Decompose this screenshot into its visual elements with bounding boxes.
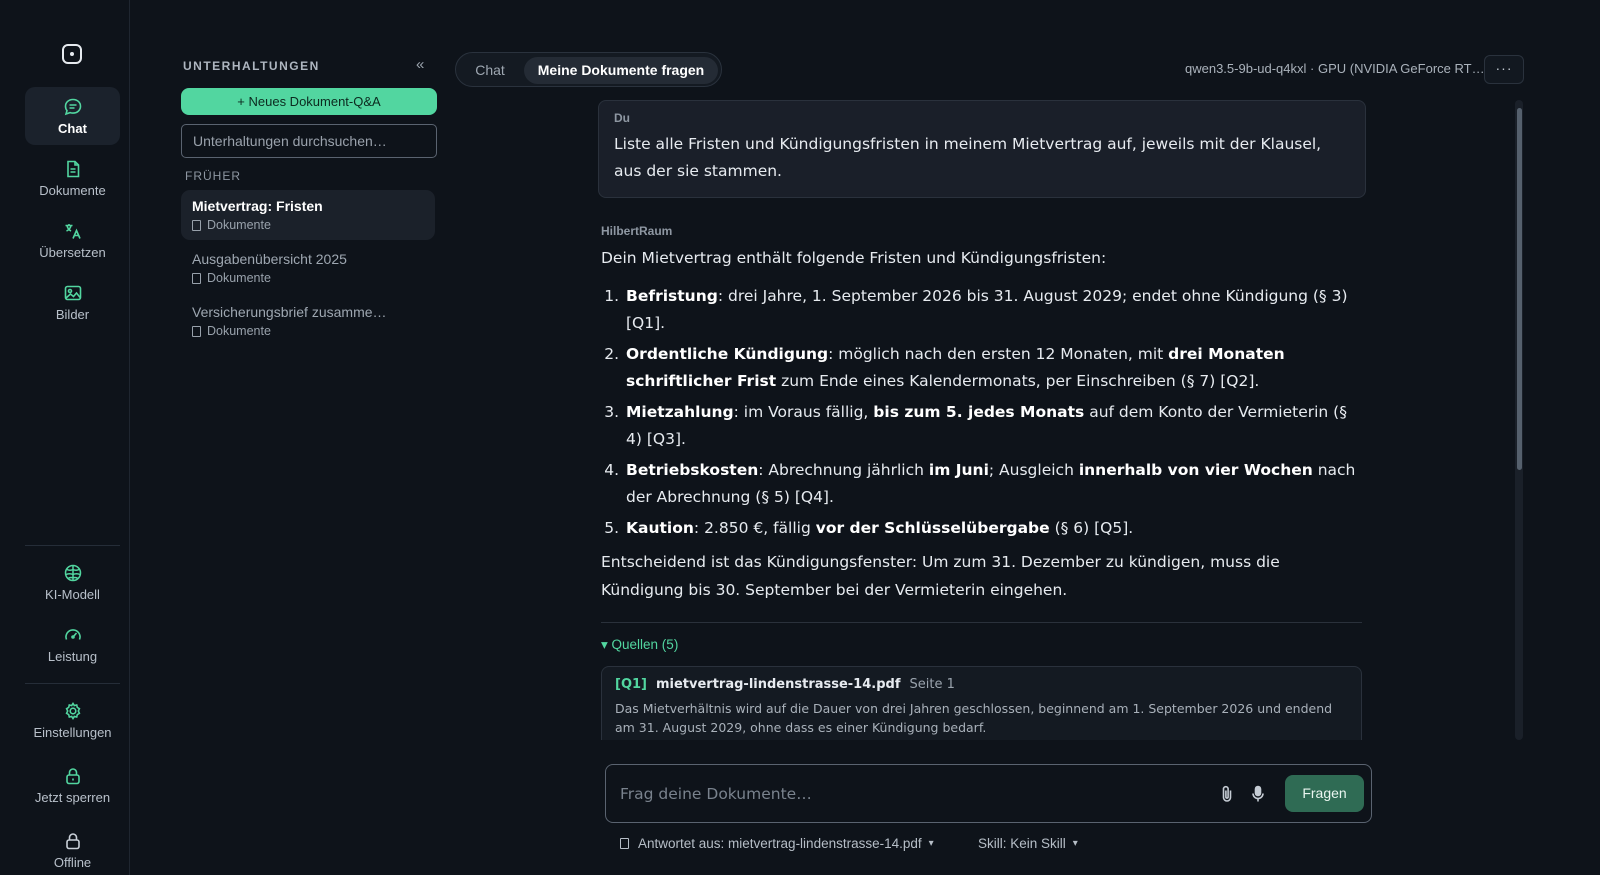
- list-item: Befristung: drei Jahre, 1. September 202…: [624, 283, 1363, 338]
- list-item: Ordentliche Kündigung: möglich nach den …: [624, 341, 1363, 396]
- ask-button[interactable]: Fragen: [1285, 775, 1364, 812]
- translate-icon: [65, 224, 81, 239]
- composer: Fragen: [605, 764, 1372, 823]
- rail-item-dokumente[interactable]: Dokumente: [25, 149, 120, 207]
- app-rail: Chat Dokumente Übersetzen Bilder KI-Mode…: [0, 0, 130, 875]
- sources-divider: [601, 622, 1362, 623]
- conversation-source: Dokumente: [207, 271, 271, 285]
- deadline-list: Befristung: drei Jahre, 1. September 202…: [624, 283, 1363, 543]
- document-icon: [192, 325, 201, 337]
- skill-label: Skill: Kein Skill: [978, 836, 1066, 851]
- answer-intro: Dein Mietvertrag enthält folgende Friste…: [601, 249, 1107, 267]
- conversation-name: Versicherungsbrief zusamme…: [192, 304, 387, 320]
- collapse-panel-button[interactable]: «: [416, 56, 424, 73]
- new-document-qa-button[interactable]: + Neues Dokument-Q&A: [181, 88, 437, 115]
- message-author: Du: [614, 111, 630, 125]
- conversation-name: Ausgabenübersicht 2025: [192, 251, 347, 267]
- source-id: [Q1]: [615, 677, 647, 692]
- source-file: mietvertrag-lindenstrasse-14.pdf: [655, 677, 901, 692]
- rail-item-chat[interactable]: Chat: [25, 87, 120, 145]
- rail-item-uebersetzen[interactable]: Übersetzen: [25, 211, 120, 269]
- conversation-search-input[interactable]: [181, 124, 437, 158]
- document-icon: [66, 160, 79, 178]
- list-item: Kaution: 2.850 €, fällig vor der Schlüss…: [624, 515, 1363, 543]
- rail-item-label: Offline: [53, 855, 92, 870]
- app-logo-icon: [62, 44, 82, 64]
- rail-item-label: Übersetzen: [39, 245, 106, 260]
- rail-item-label: KI-Modell: [45, 587, 100, 602]
- sources-toggle[interactable]: ▾ Quellen (5): [601, 637, 678, 653]
- document-icon: [620, 838, 629, 849]
- conversation-item[interactable]: Versicherungsbrief zusamme… Dokumente: [181, 296, 435, 346]
- mode-switch: Chat Meine Dokumente fragen: [455, 52, 722, 87]
- rail-item-ki-modell[interactable]: KI-Modell: [25, 553, 120, 611]
- lock-icon: [65, 833, 80, 850]
- microphone-icon[interactable]: [1248, 784, 1268, 804]
- gauge-icon: [64, 629, 81, 640]
- rail-item-label: Chat: [58, 121, 87, 136]
- rail-item-offline[interactable]: Offline: [25, 821, 120, 875]
- conversation-source: Dokumente: [207, 324, 271, 338]
- tab-chat[interactable]: Chat: [462, 57, 518, 84]
- answer-source-label: Antwortet aus: mietvertrag-lindenstrasse…: [638, 836, 922, 851]
- document-icon: [192, 219, 201, 231]
- answer-summary: Entscheidend ist das Kündigungsfenster: …: [601, 553, 1280, 599]
- chevron-down-icon: ▾: [928, 838, 934, 849]
- tab-ask-documents[interactable]: Meine Dokumente fragen: [524, 57, 718, 84]
- lock-icon: [65, 768, 80, 785]
- rail-divider: [25, 545, 120, 546]
- message-text: Liste alle Fristen und Kündigungsfristen…: [614, 135, 1322, 180]
- paperclip-icon[interactable]: [1217, 784, 1237, 804]
- document-icon: [192, 272, 201, 284]
- message-author: HilbertRaum: [601, 224, 673, 238]
- list-item: Betriebskosten: Abrechnung jährlich im J…: [624, 457, 1363, 512]
- question-input[interactable]: [620, 765, 1180, 822]
- chat-scrollbar-thumb[interactable]: [1517, 108, 1522, 470]
- source-card[interactable]: [Q1] mietvertrag-lindenstrasse-14.pdf Se…: [601, 666, 1362, 740]
- rail-item-jetzt-sperren[interactable]: Jetzt sperren: [25, 756, 120, 814]
- rail-item-label: Jetzt sperren: [34, 790, 111, 805]
- rail-item-label: Bilder: [55, 307, 90, 322]
- conversation-item[interactable]: Ausgabenübersicht 2025 Dokumente: [181, 243, 435, 293]
- user-message: Du Liste alle Fristen und Kündigungsfris…: [598, 100, 1366, 198]
- rail-item-einstellungen[interactable]: Einstellungen: [25, 691, 120, 749]
- rail-item-leistung[interactable]: Leistung: [25, 615, 120, 673]
- brain-icon: [64, 564, 81, 582]
- rail-item-label: Leistung: [47, 649, 98, 664]
- chat-bubble-icon: [64, 98, 81, 116]
- conversation-item[interactable]: Mietvertrag: Fristen Dokumente: [181, 190, 435, 240]
- more-options-button[interactable]: ···: [1484, 55, 1524, 84]
- source-page: Seite 1: [909, 677, 955, 692]
- skill-selector[interactable]: Skill: Kein Skill ▾: [978, 836, 1078, 851]
- image-icon: [64, 285, 81, 301]
- answer-source-selector[interactable]: Antwortet aus: mietvertrag-lindenstrasse…: [620, 836, 934, 851]
- rail-item-label: Einstellungen: [33, 725, 112, 740]
- section-label-earlier: FRÜHER: [185, 169, 241, 183]
- conversations-title: UNTERHALTUNGEN: [183, 59, 320, 73]
- source-excerpt: Das Mietverhältnis wird auf die Dauer vo…: [615, 701, 1333, 735]
- conversation-name: Mietvertrag: Fristen: [192, 198, 323, 214]
- assistant-message: HilbertRaum Dein Mietvertrag enthält fol…: [601, 224, 1363, 604]
- rail-divider: [25, 683, 120, 684]
- rail-item-label: Dokumente: [39, 183, 106, 198]
- model-status[interactable]: qwen3.5-9b-ud-q4kxl · GPU (NVIDIA GeForc…: [1185, 61, 1485, 76]
- gear-icon: [65, 701, 80, 721]
- rail-item-bilder[interactable]: Bilder: [25, 273, 120, 331]
- chevron-down-icon: ▾: [1072, 838, 1078, 849]
- list-item: Mietzahlung: im Voraus fällig, bis zum 5…: [624, 399, 1363, 454]
- conversation-source: Dokumente: [207, 218, 271, 232]
- conversations-panel: UNTERHALTUNGEN « + Neues Dokument-Q&A FR…: [130, 0, 450, 875]
